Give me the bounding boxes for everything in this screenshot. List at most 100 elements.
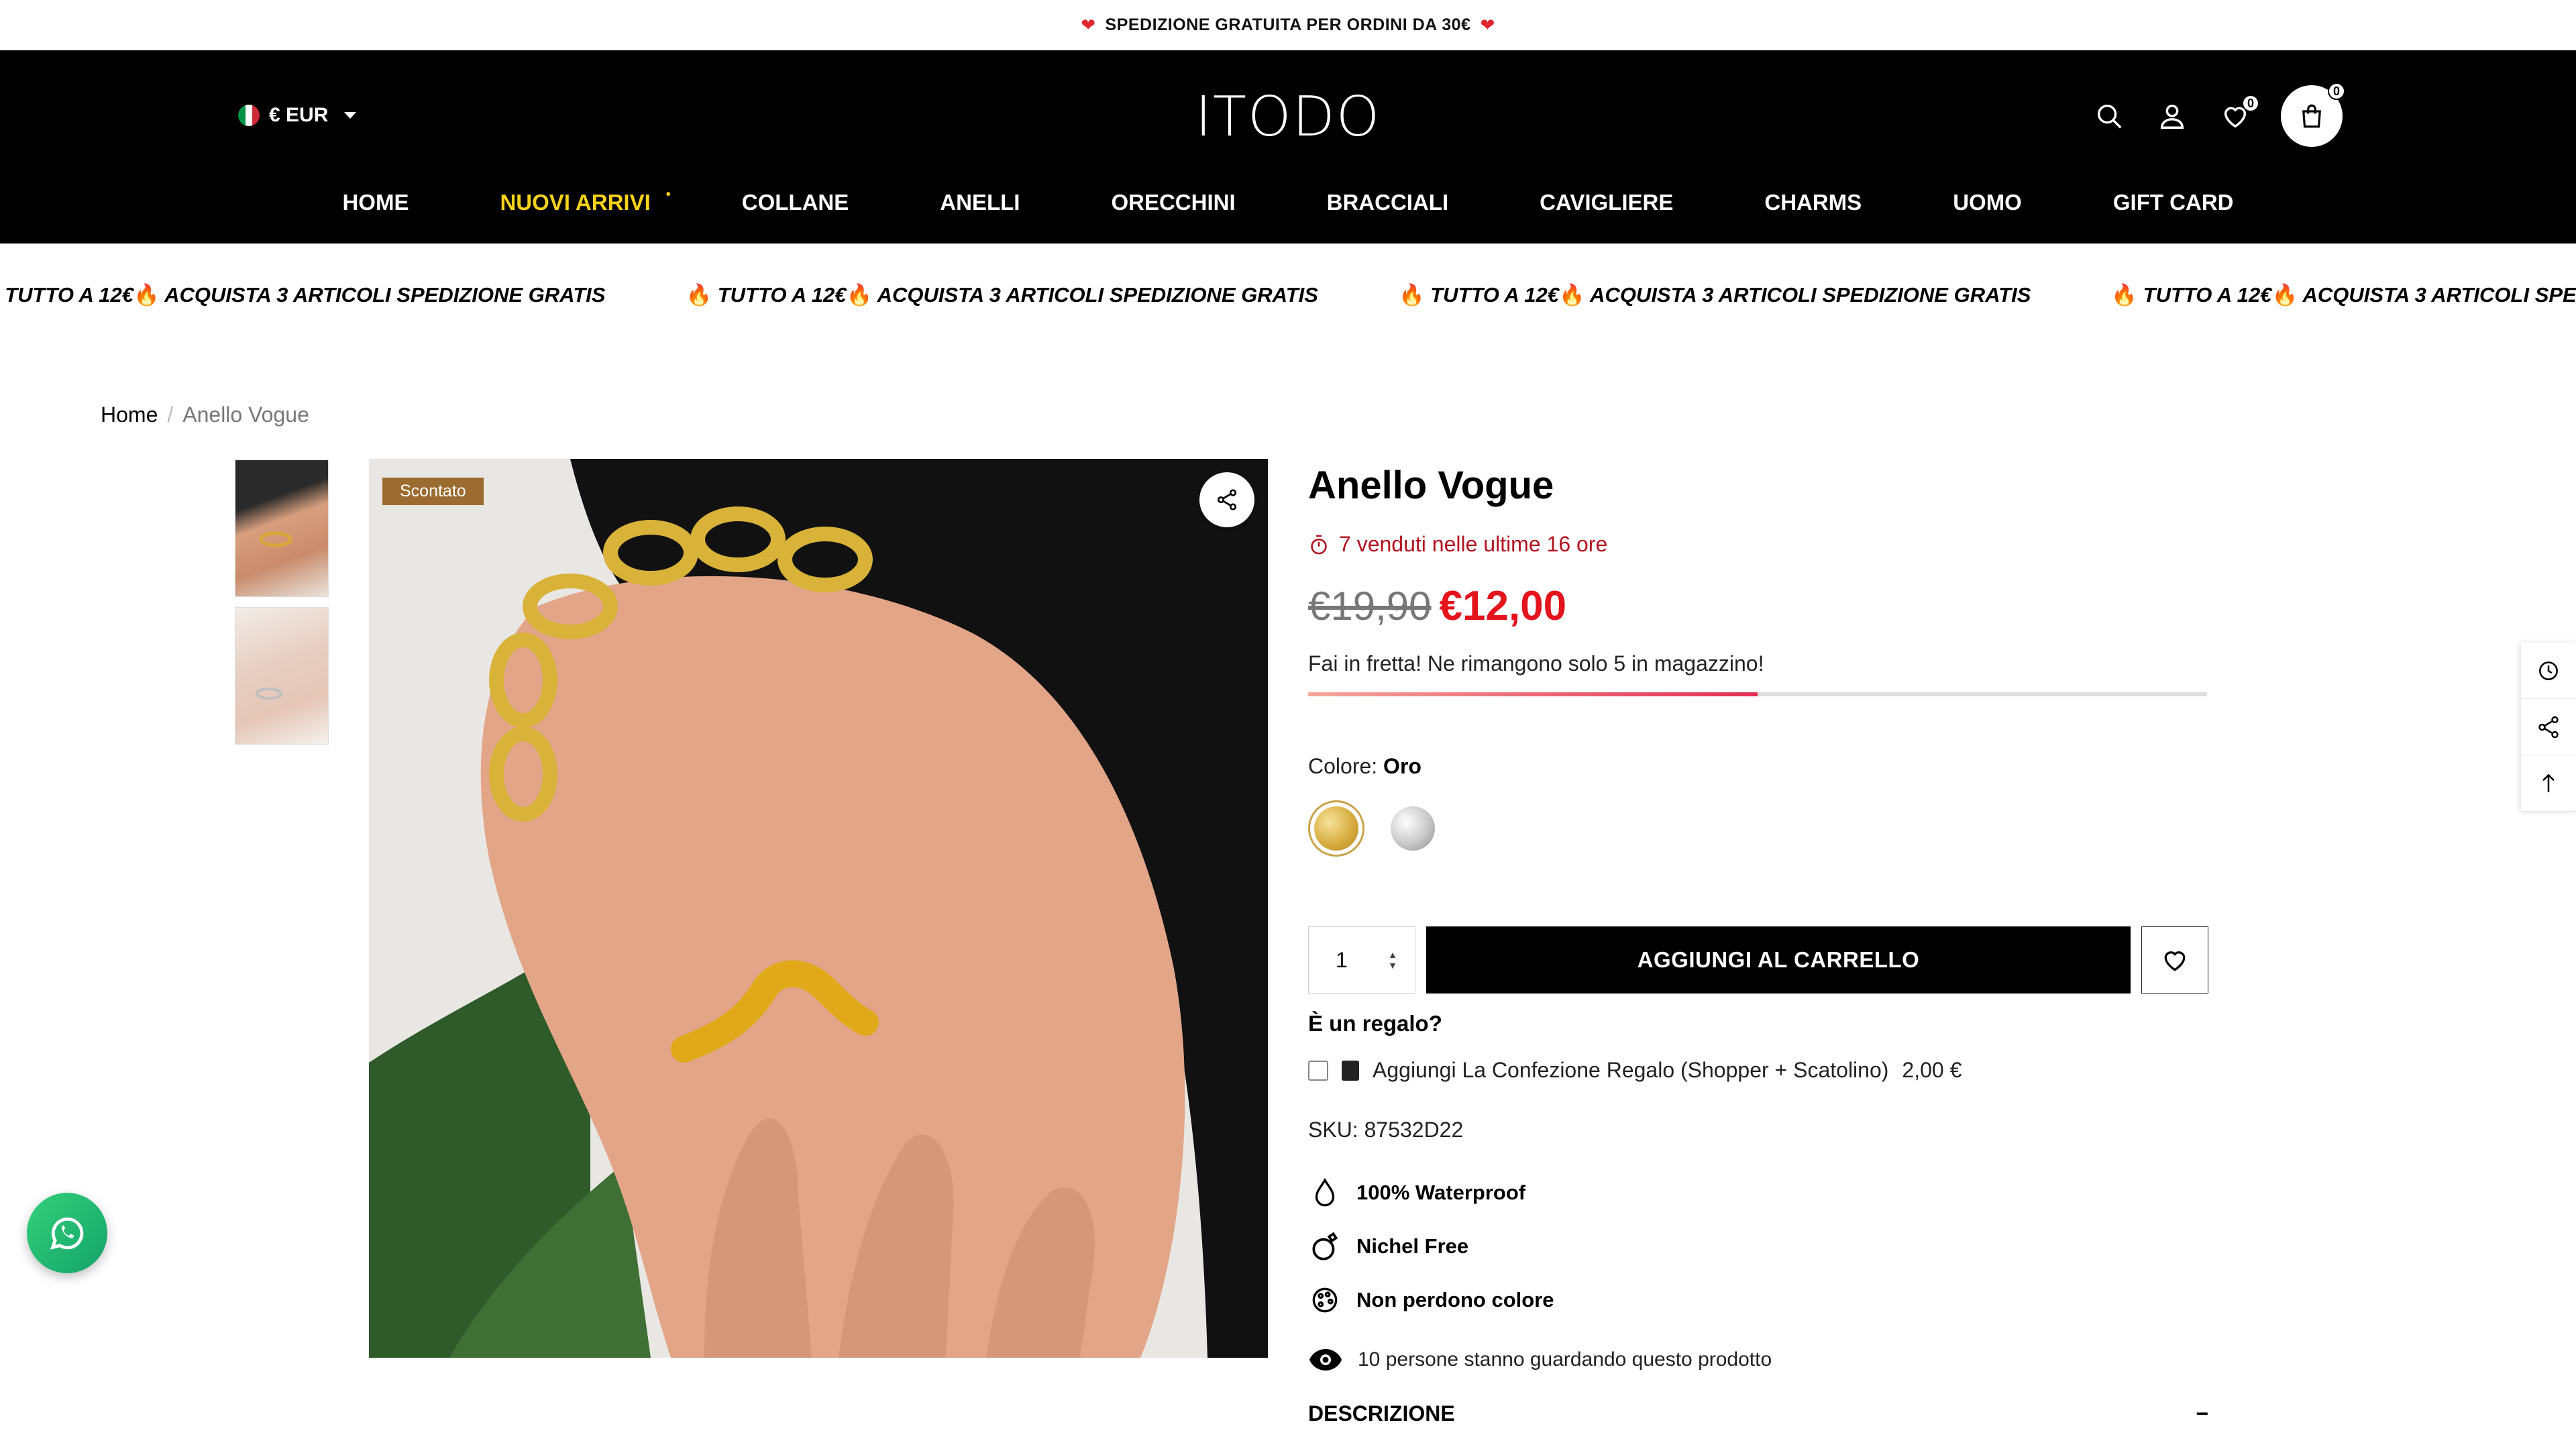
fire-icon: 🔥 [2111, 283, 2138, 307]
feature-item: Nichel Free [1308, 1230, 2208, 1263]
nav-item-label: NUOVI ARRIVI [500, 190, 651, 215]
swatch-gold[interactable] [1308, 800, 1364, 857]
color-palette-icon [1312, 1287, 1338, 1313]
main-navigation: HOME NUOVI ARRIVI • COLLANE ANELLI ORECCH… [0, 187, 2576, 215]
cart-button[interactable]: 0 [2281, 83, 2345, 147]
marquee-item: 🔥 TUTTO A 12€🔥 ACQUISTA 3 ARTICOLI SPEDI… [1398, 283, 2031, 307]
heart-icon: ❤ [1081, 15, 1096, 35]
color-label-text: Colore: [1308, 754, 1378, 778]
quantity-value[interactable]: 1 [1336, 948, 1348, 973]
swatch-silver[interactable] [1385, 800, 1441, 857]
collapse-icon[interactable]: − [2196, 1401, 2208, 1426]
share-icon [2538, 716, 2559, 738]
recently-viewed-button[interactable] [2521, 643, 2576, 699]
account-button[interactable] [2155, 99, 2190, 133]
marquee-item: 🔥 TUTTO A 12€🔥 ACQUISTA 3 ARTICOLI SPEDI… [686, 283, 1318, 307]
sku-value: 87532D22 [1364, 1118, 1464, 1142]
nav-item-collane[interactable]: COLLANE [742, 190, 849, 215]
gold-swatch-fill [1314, 806, 1358, 851]
product-photo-illustration [369, 459, 1268, 1358]
nav-item-gift-card[interactable]: GIFT CARD [2113, 190, 2234, 215]
sku: SKU: 87532D22 [1308, 1118, 2208, 1142]
product-thumbnail-1[interactable] [235, 460, 329, 597]
nav-item-charms[interactable]: CHARMS [1764, 190, 1862, 215]
breadcrumb: Home / Anello Vogue [101, 402, 309, 427]
marquee-track: 🔥 TUTTO A 12€🔥 ACQUISTA 3 ARTICOLI SPEDI… [0, 282, 2576, 307]
arrow-up-icon [2542, 773, 2555, 792]
color-swatches [1308, 800, 2208, 857]
gift-option[interactable]: Aggiungi La Confezione Regalo (Shopper +… [1308, 1058, 2208, 1083]
share-icon [1217, 489, 1237, 511]
color-value: Oro [1383, 754, 1421, 778]
history-icon [2539, 661, 2558, 680]
new-indicator-icon: • [665, 187, 671, 202]
gift-option-label: Aggiungi La Confezione Regalo (Shopper +… [1373, 1058, 1889, 1082]
sku-label: SKU: [1308, 1118, 1358, 1142]
gift-question: È un regalo? [1308, 1011, 1442, 1036]
back-to-top-button[interactable] [2521, 755, 2576, 812]
feature-label: Non perdono colore [1356, 1288, 1554, 1311]
color-label: Colore: Oro [1308, 754, 2208, 779]
share-side-button[interactable] [2521, 699, 2576, 755]
thumbnail-ring-image [256, 688, 282, 700]
search-icon [2097, 104, 2122, 129]
product-thumbnail-2[interactable] [235, 607, 329, 745]
chevron-up-icon[interactable]: ▲ [1388, 949, 1397, 960]
quantity-arrows[interactable]: ▲ ▼ [1388, 949, 1397, 971]
chevron-down-icon[interactable]: ▼ [1388, 960, 1397, 971]
nav-item-home[interactable]: HOME [342, 190, 409, 215]
sold-counter: 7 venduti nelle ultime 16 ore [1308, 532, 2208, 557]
ring-icon [1312, 1232, 1338, 1260]
feature-item: 100% Waterproof [1308, 1176, 2208, 1210]
product-info: Anello Vogue 7 venduti nelle ultime 16 o… [1308, 456, 2208, 1426]
nav-item-uomo[interactable]: UOMO [1953, 190, 2022, 215]
heart-outline-icon [2164, 951, 2186, 971]
whatsapp-icon [50, 1217, 84, 1250]
gift-option-price: 2,00 € [1902, 1058, 1962, 1082]
gift-checkbox[interactable] [1308, 1060, 1328, 1081]
thumbnail-ring-image [259, 531, 292, 547]
price-sale: €12,00 [1439, 583, 1567, 629]
feature-item: Non perdono colore [1308, 1283, 2208, 1317]
shopping-bag-icon [2302, 104, 2321, 128]
whatsapp-button[interactable] [27, 1193, 107, 1273]
announcement-text: SPEDIZIONE GRATUITA PER ORDINI DA 30€ [1105, 15, 1471, 34]
nav-item-nuovi-arrivi[interactable]: NUOVI ARRIVI • [500, 187, 670, 215]
description-label: DESCRIZIONE [1308, 1401, 1455, 1426]
wishlist-count-badge: 0 [2242, 95, 2259, 112]
site-header: € EUR ITODO 0 0 HOME NUOVI ARRIVI • COLLA… [0, 50, 2576, 244]
marquee-item: 🔥 TUTTO A 12€🔥 ACQUISTA 3 ARTICOLI SPEDI… [2111, 283, 2576, 307]
share-button[interactable] [1199, 472, 1254, 527]
cart-count-badge: 0 [2328, 83, 2345, 100]
search-button[interactable] [2092, 99, 2127, 133]
add-to-wishlist-button[interactable] [2141, 926, 2208, 994]
wishlist-button[interactable]: 0 [2218, 95, 2259, 133]
fire-icon: 🔥 [1558, 283, 1585, 307]
fire-icon: 🔥 [133, 283, 160, 307]
product-main-image[interactable]: Scontato [369, 459, 1268, 1358]
breadcrumb-home-link[interactable]: Home [101, 402, 158, 427]
description-accordion[interactable]: DESCRIZIONE − [1308, 1401, 2208, 1426]
nav-item-cavigliere[interactable]: CAVIGLIERE [1540, 190, 1673, 215]
header-actions: 0 0 [2092, 83, 2345, 147]
sold-text: 7 venduti nelle ultime 16 ore [1339, 532, 1608, 556]
price-block: €19,90 €12,00 [1308, 582, 2208, 630]
quantity-stepper[interactable]: 1 ▲ ▼ [1308, 926, 1415, 994]
silver-swatch-fill [1391, 806, 1435, 851]
product-title: Anello Vogue [1308, 464, 1554, 507]
breadcrumb-current: Anello Vogue [182, 402, 309, 427]
promo-marquee: 🔥 TUTTO A 12€🔥 ACQUISTA 3 ARTICOLI SPEDI… [0, 244, 2576, 351]
gift-box-icon [1342, 1060, 1359, 1081]
user-icon [2160, 104, 2184, 129]
fire-icon: 🔥 [686, 283, 712, 307]
side-toolbar [2521, 643, 2576, 812]
stock-progress-bar [1308, 692, 2207, 696]
viewers-text: 10 persone stanno guardando questo prodo… [1358, 1348, 1772, 1371]
nav-item-bracciali[interactable]: BRACCIALI [1327, 190, 1448, 215]
stock-progress-fill [1308, 692, 1758, 696]
add-to-cart-button[interactable]: AGGIUNGI AL CARRELLO [1426, 926, 2131, 994]
stock-warning: Fai in fretta! Ne rimangono solo 5 in ma… [1308, 651, 1764, 676]
nav-item-anelli[interactable]: ANELLI [940, 190, 1020, 215]
nav-item-orecchini[interactable]: ORECCHINI [1111, 190, 1235, 215]
water-drop-icon [1315, 1178, 1335, 1207]
